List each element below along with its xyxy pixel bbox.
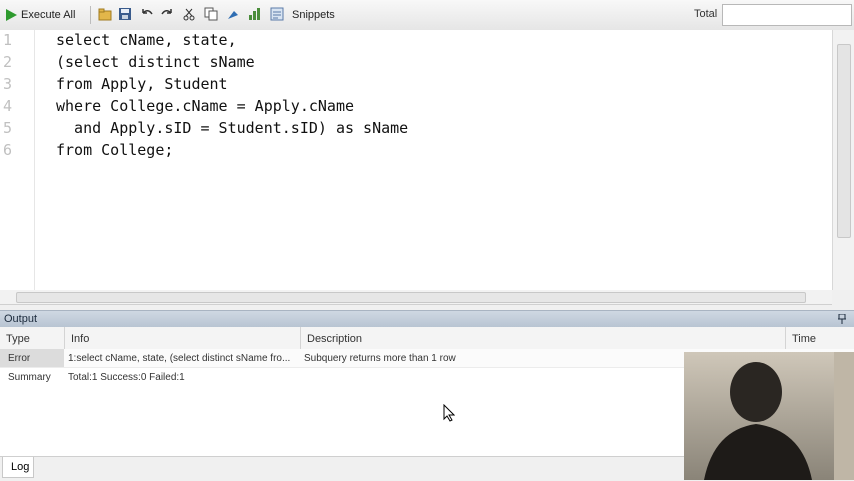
toolbar-separator <box>90 6 91 24</box>
snippets-button[interactable]: Snippets <box>292 6 335 24</box>
undo-icon[interactable] <box>140 7 154 21</box>
vertical-scroll-thumb[interactable] <box>837 44 851 238</box>
column-header-description[interactable]: Description <box>301 327 786 350</box>
row-type: Error <box>8 353 31 364</box>
output-title: Output <box>4 313 38 325</box>
line-number: 1 <box>3 31 13 49</box>
column-header-time[interactable]: Time <box>786 327 854 350</box>
line-number-gutter: 1 2 3 4 5 6 <box>0 30 35 290</box>
total-label: Total <box>694 8 718 20</box>
line-number: 5 <box>3 119 13 137</box>
code-line[interactable]: (select distinct sName <box>56 53 255 71</box>
output-panel-header: Output <box>0 310 854 327</box>
mouse-cursor-icon <box>443 404 455 422</box>
row-info: 1:select cName, state, (select distinct … <box>68 353 291 364</box>
cut-icon[interactable] <box>182 7 196 21</box>
webcam-overlay <box>684 352 854 480</box>
code-line[interactable]: and Apply.sID = Student.sID) as sName <box>56 119 408 137</box>
code-line[interactable]: where College.cName = Apply.cName <box>56 97 354 115</box>
code-line[interactable]: from Apply, Student <box>56 75 228 93</box>
line-number: 3 <box>3 75 13 93</box>
save-icon[interactable] <box>118 7 132 21</box>
copy-icon[interactable] <box>204 7 218 21</box>
row-info: Total:1 Success:0 Failed:1 <box>68 372 185 383</box>
column-header-type[interactable]: Type <box>0 327 65 350</box>
snippets-label: Snippets <box>292 9 335 21</box>
execute-icon <box>6 9 17 21</box>
editor-vertical-scrollbar[interactable] <box>832 30 854 290</box>
execute-all-button[interactable]: Execute All <box>4 6 75 24</box>
pin-icon[interactable] <box>838 314 846 324</box>
column-header-info[interactable]: Info <box>65 327 301 350</box>
execute-all-label: Execute All <box>21 9 76 21</box>
editor-horizontal-scrollbar[interactable] <box>0 290 832 305</box>
line-number: 4 <box>3 97 13 115</box>
sql-editor[interactable]: 1 2 3 4 5 6 select cName, state, (select… <box>0 30 832 291</box>
total-field[interactable] <box>722 4 852 26</box>
open-folder-icon[interactable] <box>98 7 112 21</box>
chart-icon[interactable] <box>248 7 262 21</box>
explain-icon[interactable] <box>270 7 284 21</box>
line-number: 6 <box>3 141 13 159</box>
redo-icon[interactable] <box>160 7 174 21</box>
presenter-silhouette <box>704 352 854 480</box>
log-tab[interactable]: Log <box>2 457 34 478</box>
line-number: 2 <box>3 53 13 71</box>
code-line[interactable]: select cName, state, <box>56 31 237 49</box>
toolbar: Execute All Snippets Total <box>0 0 854 31</box>
row-description: Subquery returns more than 1 row <box>304 353 456 364</box>
code-line[interactable]: from College; <box>56 141 173 159</box>
horizontal-scroll-thumb[interactable] <box>16 292 806 303</box>
format-icon[interactable] <box>226 7 240 21</box>
row-type: Summary <box>8 372 51 383</box>
